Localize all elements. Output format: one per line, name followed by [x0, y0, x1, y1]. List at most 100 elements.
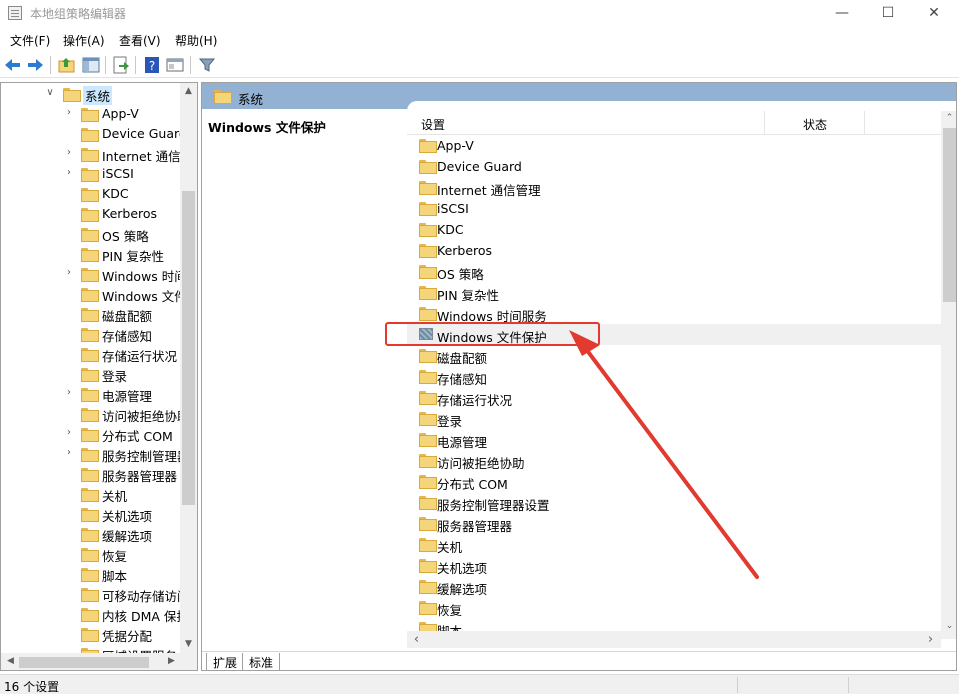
- tree-item[interactable]: › App-V: [1, 104, 181, 124]
- tree-item[interactable]: › 分布式 COM: [1, 424, 181, 444]
- column-header-state[interactable]: 状态: [803, 116, 827, 133]
- close-button[interactable]: ✕: [911, 0, 957, 28]
- list-item[interactable]: PIN 复杂性: [407, 282, 941, 303]
- list-horizontal-scrollbar[interactable]: [407, 631, 941, 648]
- column-header-setting[interactable]: 设置: [421, 116, 445, 133]
- minimize-button[interactable]: —: [819, 0, 865, 28]
- tree-item[interactable]: KDC: [1, 184, 181, 204]
- menu-file[interactable]: 文件(F): [10, 32, 50, 49]
- list-item[interactable]: 服务器管理器: [407, 513, 941, 534]
- chevron-right-icon[interactable]: ›: [64, 147, 74, 159]
- list-scroll-down-icon[interactable]: ⌄: [941, 621, 956, 631]
- tree-item[interactable]: 存储运行状况: [1, 344, 181, 364]
- tree-item[interactable]: 访问被拒绝协助: [1, 404, 190, 424]
- tree-item[interactable]: 关机选项: [1, 504, 181, 524]
- list-item[interactable]: 恢复: [407, 597, 941, 618]
- tree-item[interactable]: 恢复: [1, 544, 181, 564]
- folder-icon: [419, 601, 437, 615]
- list-item[interactable]: Device Guard: [407, 156, 941, 177]
- maximize-button[interactable]: ☐: [865, 0, 911, 28]
- chevron-right-icon[interactable]: ›: [64, 447, 74, 459]
- show-hide-tree-icon[interactable]: [81, 55, 101, 75]
- list-item[interactable]: 存储运行状况: [407, 387, 941, 408]
- list-item[interactable]: 登录: [407, 408, 941, 429]
- list-item[interactable]: 服务控制管理器设置: [407, 492, 941, 513]
- status-text: 16 个设置: [4, 680, 60, 694]
- list-scroll-up-icon[interactable]: ⌃: [941, 113, 956, 123]
- tree-scroll-right-icon[interactable]: ▶: [163, 656, 180, 666]
- tree-item[interactable]: OS 策略: [1, 224, 181, 244]
- chevron-right-icon[interactable]: ›: [64, 107, 74, 119]
- tab-standard[interactable]: 标准: [242, 653, 281, 670]
- tree-item[interactable]: 服务器管理器: [1, 464, 181, 484]
- tree-item[interactable]: 存储感知: [1, 324, 181, 344]
- list-vertical-scroll-thumb[interactable]: [943, 128, 956, 302]
- tree-item[interactable]: 登录: [1, 364, 181, 384]
- list-item[interactable]: 关机: [407, 534, 941, 555]
- tree-item[interactable]: 脚本: [1, 564, 181, 584]
- tree-item[interactable]: › iSCSI: [1, 164, 181, 184]
- tree-item[interactable]: › 服务控制管理器: [1, 444, 190, 464]
- tree-item[interactable]: 磁盘配额: [1, 304, 181, 324]
- list-item[interactable]: iSCSI: [407, 198, 941, 219]
- tree-item[interactable]: 关机: [1, 484, 181, 504]
- chevron-right-icon[interactable]: ›: [64, 427, 74, 439]
- description-title: Windows 文件保护: [208, 120, 326, 135]
- tree-vertical-scroll-thumb[interactable]: [182, 191, 195, 505]
- list-item[interactable]: 访问被拒绝协助: [407, 450, 941, 471]
- tree-item[interactable]: 凭据分配: [1, 624, 181, 644]
- chevron-right-icon[interactable]: ›: [64, 387, 74, 399]
- tree-item[interactable]: PIN 复杂性: [1, 244, 181, 264]
- list-item[interactable]: 关机选项: [407, 555, 941, 576]
- tree-item-system[interactable]: ∨ 系统: [1, 84, 181, 105]
- tree-item[interactable]: › Internet 通信管: [1, 144, 193, 164]
- tree-item-label: 凭据分配: [102, 629, 153, 644]
- back-arrow-icon[interactable]: [3, 55, 23, 75]
- tree-horizontal-scroll-thumb[interactable]: [19, 657, 149, 668]
- list-item-label: 存储运行状况: [437, 393, 513, 408]
- tree-item[interactable]: 可移动存储访问: [1, 584, 190, 604]
- properties-icon[interactable]: [165, 55, 185, 75]
- list-item[interactable]: 缓解选项: [407, 576, 941, 597]
- filter-icon[interactable]: [197, 55, 217, 75]
- up-folder-icon[interactable]: [57, 55, 77, 75]
- details-header-title: 系统: [238, 92, 264, 107]
- list-item[interactable]: OS 策略: [407, 261, 941, 282]
- folder-icon: [81, 508, 99, 522]
- list-item[interactable]: KDC: [407, 219, 941, 240]
- tree-scroll-up-icon[interactable]: ▲: [180, 86, 197, 96]
- tree-item[interactable]: Device Guard: [1, 124, 187, 144]
- help-icon[interactable]: ?: [142, 55, 162, 75]
- tree-item[interactable]: 缓解选项: [1, 524, 181, 544]
- tree-item[interactable]: › 电源管理: [1, 384, 181, 404]
- svg-text:?: ?: [149, 59, 155, 73]
- export-list-icon[interactable]: [111, 55, 131, 75]
- list-item[interactable]: 电源管理: [407, 429, 941, 450]
- forward-arrow-icon[interactable]: [25, 55, 45, 75]
- chevron-right-icon[interactable]: ›: [64, 267, 74, 279]
- chevron-right-icon[interactable]: ›: [64, 167, 74, 179]
- menu-view[interactable]: 查看(V): [119, 32, 161, 49]
- list-item[interactable]: Internet 通信管理: [407, 177, 941, 198]
- folder-icon: [419, 286, 437, 300]
- tree-scroll-left-icon[interactable]: ◀: [2, 656, 19, 666]
- chevron-down-icon[interactable]: ∨: [45, 87, 55, 99]
- tab-extended[interactable]: 扩展: [206, 653, 245, 670]
- list-item[interactable]: 分布式 COM: [407, 471, 941, 492]
- list-item[interactable]: Windows 时间服务: [407, 303, 941, 324]
- list-item[interactable]: Kerberos: [407, 240, 941, 261]
- menu-help[interactable]: 帮助(H): [175, 32, 217, 49]
- tree-scroll-down-icon[interactable]: ▼: [180, 639, 197, 649]
- tree-item[interactable]: Windows 文件: [1, 284, 187, 304]
- list-item-label: Device Guard: [437, 159, 522, 174]
- list-item[interactable]: 磁盘配额: [407, 345, 941, 366]
- tree-item[interactable]: › Windows 时间: [1, 264, 187, 284]
- tree-item[interactable]: 内核 DMA 保护: [1, 604, 189, 624]
- list-scroll-left-icon[interactable]: ‹: [408, 632, 425, 647]
- list-item[interactable]: 存储感知: [407, 366, 941, 387]
- list-scroll-right-icon[interactable]: ›: [922, 632, 939, 647]
- menu-action[interactable]: 操作(A): [63, 32, 105, 49]
- tree-item[interactable]: Kerberos: [1, 204, 181, 224]
- list-item[interactable]: App-V: [407, 135, 941, 156]
- menu-bar: 文件(F) 操作(A) 查看(V) 帮助(H): [0, 28, 959, 50]
